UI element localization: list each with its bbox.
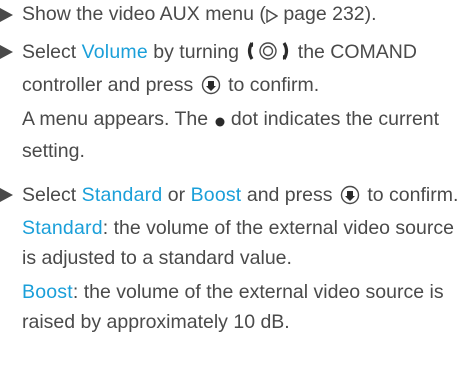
outline-triangle-right-icon xyxy=(266,3,279,33)
option-standard-description: Standard: the volume of the external vid… xyxy=(22,214,462,273)
controller-press-icon xyxy=(340,185,360,215)
step-text-mid: and press xyxy=(241,183,338,206)
step-text: Select Volume by turning the COMAND cont… xyxy=(22,38,462,105)
controller-press-icon xyxy=(201,75,221,105)
step-show-aux-menu: Show the video AUX menu ( page 232). xyxy=(0,0,462,33)
menu-item-volume: Volume xyxy=(81,40,148,63)
option-standard: Standard xyxy=(81,183,163,206)
triangle-right-icon xyxy=(0,181,16,210)
step-text: Select Standard or Boost and press to co… xyxy=(22,181,462,215)
step-select-volume: Select Volume by turning the COMAND cont… xyxy=(0,38,462,167)
result-text-pre: A menu appears. The xyxy=(22,107,214,130)
option-boost-description: Boost: the volume of the external video … xyxy=(22,278,462,337)
triangle-right-icon xyxy=(0,38,16,67)
page-reference[interactable]: page 232 xyxy=(283,3,364,25)
step-text: Show the video AUX menu ( page 232). xyxy=(22,0,462,33)
option-standard-label: Standard xyxy=(22,217,103,239)
step-result: A menu appears. The dot indicates the cu… xyxy=(22,105,462,167)
step-text-post: to confirm. xyxy=(222,74,320,96)
step-text-or: or xyxy=(162,183,191,206)
step-text-pre: Show the video AUX menu ( xyxy=(22,3,266,25)
step-text-mid: by turning xyxy=(147,40,245,63)
step-text-post: ). xyxy=(364,3,377,25)
step-select-standard-boost: Select Standard or Boost and press to co… xyxy=(0,181,462,338)
step-text-post: to confirm. xyxy=(361,183,459,206)
controller-turn-icon xyxy=(246,40,290,72)
filled-dot-icon xyxy=(214,108,226,138)
step-text-pre: Select xyxy=(22,40,82,63)
option-boost-text: : the volume of the external video sourc… xyxy=(22,281,444,333)
instruction-document: Show the video AUX menu ( page 232). Sel… xyxy=(0,0,462,337)
option-boost-label: Boost xyxy=(22,281,73,303)
triangle-right-icon xyxy=(0,0,16,29)
step-text-pre: Select xyxy=(22,183,82,206)
option-boost: Boost xyxy=(190,183,242,206)
